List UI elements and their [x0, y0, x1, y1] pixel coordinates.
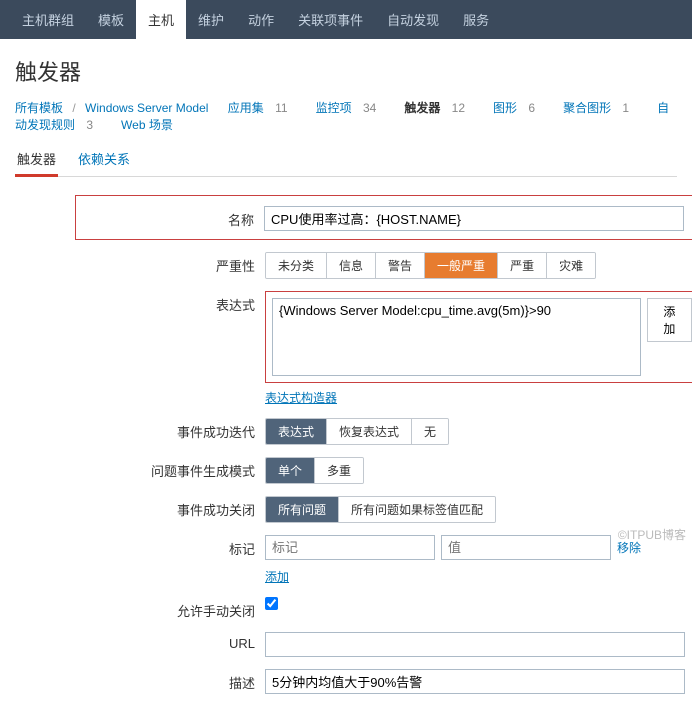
watermark: ©ITPUB博客 [618, 526, 686, 543]
add-expression-button[interactable]: 添加 [647, 298, 692, 342]
topnav-item[interactable]: 关联项事件 [286, 0, 375, 39]
tag-name-input[interactable] [265, 535, 435, 560]
segment-option[interactable]: 信息 [327, 253, 376, 278]
segment-option[interactable]: 所有问题如果标签值匹配 [339, 497, 495, 522]
topnav-item[interactable]: 模板 [86, 0, 136, 39]
url-input[interactable] [265, 632, 685, 657]
label-severity: 严重性 [15, 252, 265, 275]
manual-close-checkbox[interactable] [265, 597, 278, 610]
topnav-item[interactable]: 自动发现 [375, 0, 451, 39]
topnav-item[interactable]: 动作 [236, 0, 286, 39]
label-expression: 表达式 [15, 291, 265, 314]
label-tags: 标记 [15, 535, 265, 558]
label-url: URL [15, 632, 265, 651]
segment-option[interactable]: 一般严重 [425, 253, 498, 278]
breadcrumb-item[interactable]: 监控项 34 [316, 101, 383, 115]
segment-option[interactable]: 严重 [498, 253, 547, 278]
expression-textarea[interactable] [272, 298, 641, 376]
breadcrumb-item[interactable]: 图形 6 [493, 101, 541, 115]
breadcrumb-item[interactable]: 聚合图形 1 [563, 101, 635, 115]
label-name: 名称 [84, 206, 264, 229]
segment-option[interactable]: 表达式 [266, 419, 327, 444]
segment-option[interactable]: 恢复表达式 [327, 419, 412, 444]
name-input[interactable] [264, 206, 684, 231]
segment-option[interactable]: 单个 [266, 458, 315, 483]
segment-option[interactable]: 无 [412, 419, 448, 444]
breadcrumb-item[interactable]: 触发器 12 [404, 101, 471, 115]
breadcrumb-current[interactable]: Windows Server Model [85, 101, 208, 115]
label-description: 描述 [15, 669, 265, 692]
subtab-item[interactable]: 依赖关系 [76, 143, 132, 174]
topnav-item[interactable]: 维护 [186, 0, 236, 39]
topnav-item[interactable]: 服务 [451, 0, 501, 39]
topnav-item[interactable]: 主机 [136, 0, 186, 39]
topnav-item[interactable]: 主机群组 [10, 0, 86, 39]
subtab-item[interactable]: 触发器 [15, 143, 58, 177]
page-title: 触发器 [15, 55, 677, 87]
add-tag-link[interactable]: 添加 [265, 570, 289, 584]
segment-option[interactable]: 未分类 [266, 253, 327, 278]
description-input[interactable] [265, 669, 685, 694]
label-problem-mode: 问题事件生成模式 [15, 457, 265, 480]
breadcrumb: 所有模板 / Windows Server Model 应用集 11 监控项 3… [15, 99, 677, 133]
breadcrumb-item[interactable]: 应用集 11 [228, 101, 294, 115]
expression-builder-link[interactable]: 表达式构造器 [265, 391, 337, 405]
segment-option[interactable]: 多重 [315, 458, 363, 483]
segment-option[interactable]: 灾难 [547, 253, 595, 278]
tag-value-input[interactable] [441, 535, 611, 560]
segment-option[interactable]: 警告 [376, 253, 425, 278]
label-close-event: 事件成功关闭 [15, 496, 265, 519]
breadcrumb-all[interactable]: 所有模板 [15, 101, 63, 115]
label-manual-close: 允许手动关闭 [15, 597, 265, 620]
breadcrumb-item[interactable]: Web 场景 [121, 118, 179, 132]
segment-option[interactable]: 所有问题 [266, 497, 339, 522]
label-recovery: 事件成功迭代 [15, 418, 265, 441]
